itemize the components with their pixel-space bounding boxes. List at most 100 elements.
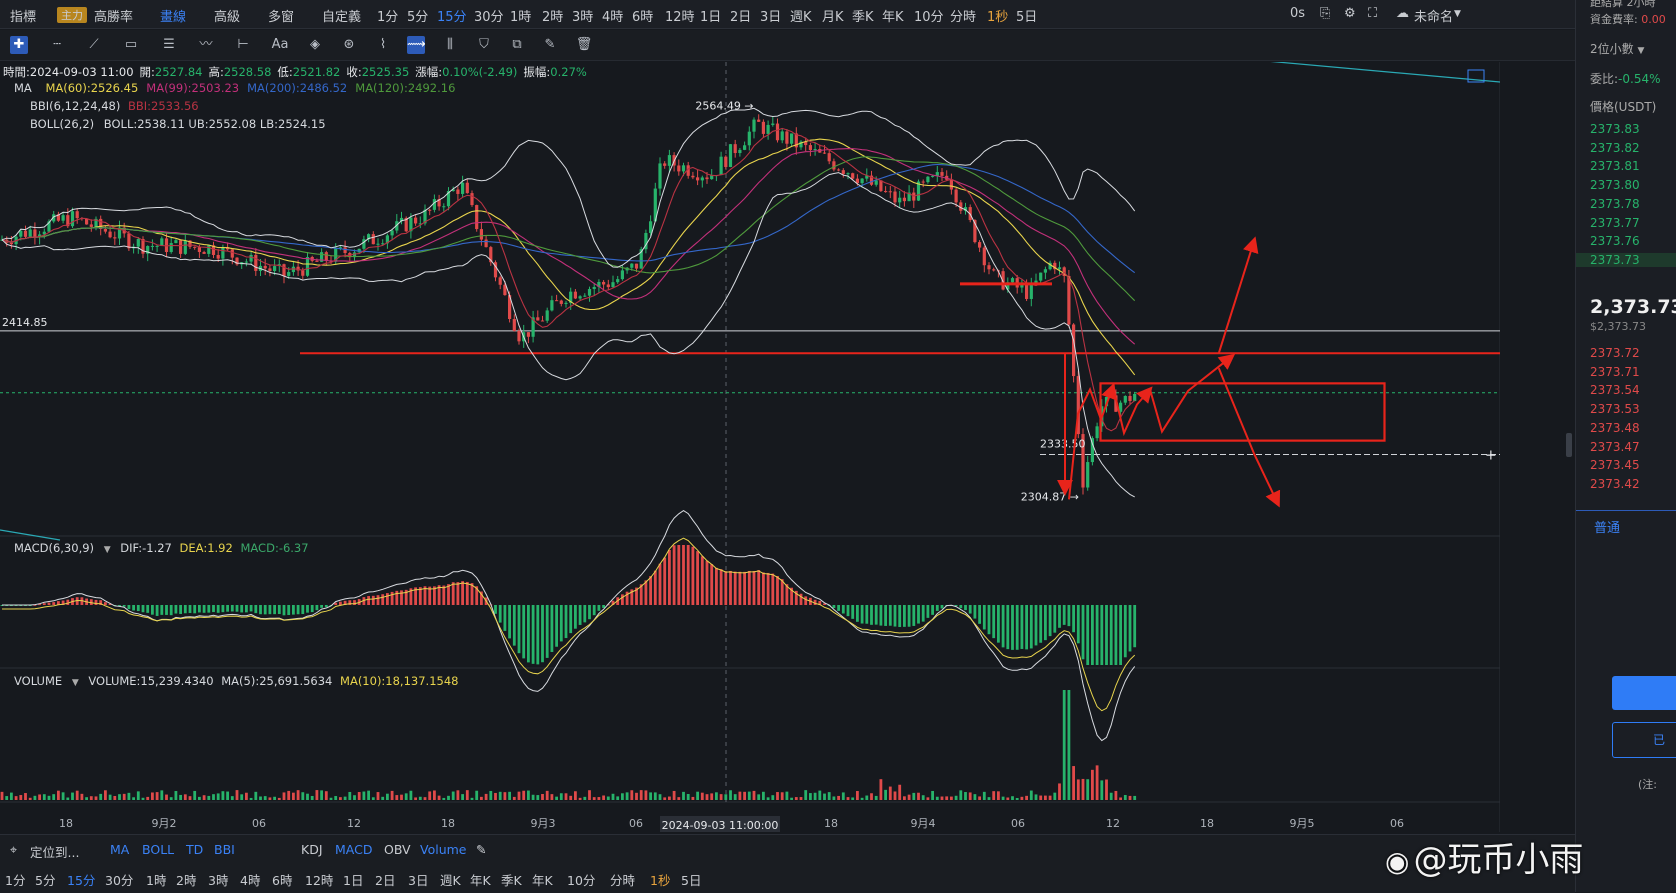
interval-14[interactable]: 年K: [470, 870, 491, 889]
settings-icon[interactable]: ⚙: [1344, 6, 1356, 21]
interval-5[interactable]: 2時: [176, 870, 196, 889]
indicator-volume[interactable]: Volume: [420, 842, 467, 857]
brush-tool-icon[interactable]: ◈: [306, 36, 324, 54]
topbar-item-12[interactable]: 2時: [542, 6, 563, 25]
ask-row[interactable]: 2373.45: [1590, 458, 1640, 472]
topbar-item-8[interactable]: 5分: [407, 6, 428, 25]
topbar-item-20[interactable]: 週K: [790, 6, 812, 25]
topbar-item-10[interactable]: 30分: [474, 6, 504, 25]
chevron-down-icon[interactable]: ▼: [104, 545, 111, 555]
indicator-macd[interactable]: MACD: [335, 842, 372, 857]
main-force-badge[interactable]: 主力: [57, 7, 87, 23]
ruler-tool-icon[interactable]: ⌇: [374, 36, 392, 54]
layout-name[interactable]: 未命名: [1414, 6, 1453, 25]
bid-row[interactable]: 2373.82: [1590, 141, 1640, 155]
topbar-item-27[interactable]: 5日: [1016, 6, 1037, 25]
crosshair-tool-icon[interactable]: ✚: [10, 36, 28, 54]
magnet-tool-icon[interactable]: ⊛: [340, 36, 358, 54]
measure-tool-icon[interactable]: ⊢: [234, 36, 252, 54]
ask-row[interactable]: 2373.53: [1590, 402, 1640, 416]
fullscreen-icon[interactable]: ⛶: [1368, 6, 1377, 21]
ask-row[interactable]: 2373.72: [1590, 346, 1640, 360]
interval-13[interactable]: 週K: [440, 870, 461, 889]
indicator-bbi[interactable]: BBI: [214, 842, 235, 857]
indicator-td[interactable]: TD: [186, 842, 203, 857]
indicator-boll[interactable]: BOLL: [142, 842, 174, 857]
topbar-item-16[interactable]: 12時: [665, 6, 695, 25]
topbar-item-11[interactable]: 1時: [510, 6, 531, 25]
trend-line-tool-icon[interactable]: ⟋: [85, 36, 103, 54]
topbar-item-17[interactable]: 1日: [700, 6, 721, 25]
topbar-item-2[interactable]: 高勝率: [94, 6, 133, 25]
chart-area[interactable]: 2560.002540.002520.002500.002480.002460.…: [0, 59, 1575, 834]
indicator-obv[interactable]: OBV: [384, 842, 411, 857]
buy-button[interactable]: [1612, 676, 1676, 710]
wave-tool-icon[interactable]: 〰: [197, 36, 215, 54]
interval-11[interactable]: 2日: [375, 870, 395, 889]
text-tool-icon[interactable]: Aa: [271, 36, 289, 54]
candle-tool-icon[interactable]: ⫼: [441, 36, 459, 54]
interval-1[interactable]: 5分: [35, 870, 55, 889]
bid-row[interactable]: 2373.80: [1590, 178, 1640, 192]
locate-button[interactable]: 定位到...: [30, 842, 79, 861]
tab-normal[interactable]: 普通: [1594, 517, 1620, 536]
interval-10[interactable]: 1日: [343, 870, 363, 889]
topbar-item-24[interactable]: 10分: [914, 6, 944, 25]
bid-row[interactable]: 2373.76: [1590, 234, 1640, 248]
interval-7[interactable]: 4時: [240, 870, 260, 889]
interval-19[interactable]: 1秒: [650, 870, 670, 889]
decimals-select[interactable]: 2位小數 ▼: [1590, 40, 1644, 57]
topbar-item-14[interactable]: 4時: [602, 6, 623, 25]
interval-8[interactable]: 6時: [272, 870, 292, 889]
lock-tool-icon[interactable]: ⛉: [475, 36, 493, 54]
topbar-item-25[interactable]: 分時: [950, 6, 976, 25]
topbar-item-9[interactable]: 15分: [437, 6, 467, 25]
bid-row[interactable]: 2373.77: [1590, 216, 1640, 230]
fib-tool-icon[interactable]: ☰: [160, 36, 178, 54]
interval-16[interactable]: 年K: [532, 870, 553, 889]
ask-row[interactable]: 2373.71: [1590, 365, 1640, 379]
rectangle-tool-icon[interactable]: ▭: [122, 36, 140, 54]
edit-indicators-icon[interactable]: ✎: [476, 842, 486, 857]
topbar-item-4[interactable]: 高級: [214, 6, 240, 25]
screenshot-icon[interactable]: ⎘: [1320, 6, 1330, 21]
topbar-item-3[interactable]: 畫線: [160, 6, 186, 25]
topbar-item-13[interactable]: 3時: [572, 6, 593, 25]
interval-15[interactable]: 季K: [501, 870, 522, 889]
interval-12[interactable]: 3日: [408, 870, 428, 889]
topbar-item-0[interactable]: 指標: [10, 6, 36, 25]
panel-collapse-handle[interactable]: [1566, 433, 1572, 457]
interval-9[interactable]: 12時: [305, 870, 333, 889]
interval-18[interactable]: 分時: [610, 870, 635, 889]
bid-row[interactable]: 2373.81: [1590, 159, 1640, 173]
ask-row[interactable]: 2373.54: [1590, 383, 1640, 397]
interval-3[interactable]: 30分: [105, 870, 133, 889]
topbar-item-22[interactable]: 季K: [852, 6, 874, 25]
interval-17[interactable]: 10分: [567, 870, 595, 889]
drawing-mode-icon[interactable]: ⟿: [407, 36, 426, 54]
secondary-button[interactable]: 已: [1612, 722, 1676, 758]
ask-row[interactable]: 2373.42: [1590, 477, 1640, 491]
chevron-down-icon[interactable]: ▼: [1454, 9, 1461, 19]
delete-tool-icon[interactable]: 🗑: [575, 36, 593, 54]
ask-row[interactable]: 2373.48: [1590, 421, 1640, 435]
topbar-item-15[interactable]: 6時: [632, 6, 653, 25]
interval-0[interactable]: 1分: [5, 870, 25, 889]
price-chart[interactable]: 2560.002540.002520.002500.002480.002460.…: [0, 59, 1575, 834]
topbar-item-23[interactable]: 年K: [882, 6, 904, 25]
topbar-item-7[interactable]: 1分: [377, 6, 398, 25]
indicator-ma[interactable]: MA: [110, 842, 129, 857]
indicator-kdj[interactable]: KDJ: [301, 842, 323, 857]
dotted-line-tool-icon[interactable]: ┄: [48, 36, 66, 54]
edit-tool-icon[interactable]: ✎: [541, 36, 559, 54]
bid-row[interactable]: 2373.78: [1590, 197, 1640, 211]
interval-2[interactable]: 15分: [67, 870, 95, 889]
copy-tool-icon[interactable]: ⧉: [508, 36, 526, 54]
topbar-item-19[interactable]: 3日: [760, 6, 781, 25]
locate-icon[interactable]: ⌖: [10, 842, 17, 858]
bid-row[interactable]: 2373.73: [1576, 252, 1676, 267]
ask-row[interactable]: 2373.47: [1590, 440, 1640, 454]
topbar-item-6[interactable]: 自定義: [322, 6, 361, 25]
topbar-item-26[interactable]: 1秒: [987, 6, 1008, 25]
topbar-item-18[interactable]: 2日: [730, 6, 751, 25]
